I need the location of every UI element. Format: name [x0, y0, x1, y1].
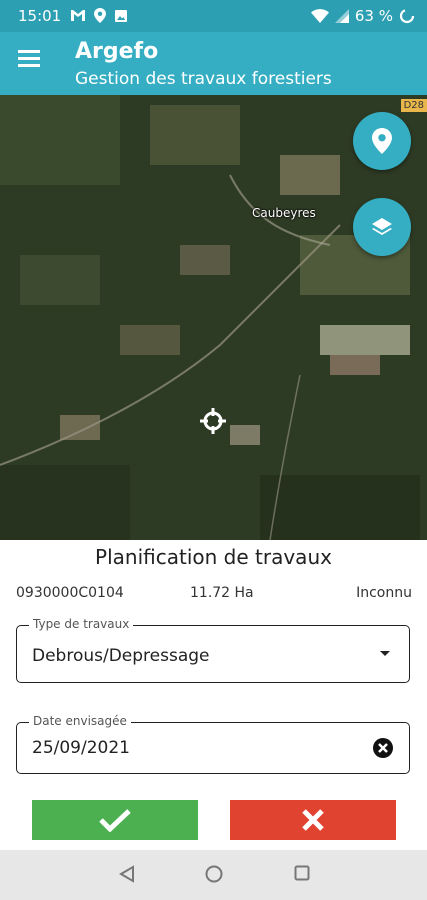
status-time: 15:01: [18, 7, 62, 25]
crosshair-icon: [200, 408, 226, 434]
cancel-button[interactable]: [230, 800, 396, 840]
wifi-icon: [310, 9, 329, 23]
planning-panel: Planification de travaux 0930000C0104 11…: [0, 540, 427, 850]
check-icon: [99, 809, 131, 832]
planned-date-label: Date envisagée: [29, 714, 131, 728]
app-title: Argefo: [75, 39, 159, 64]
layers-icon: [372, 218, 392, 235]
clear-icon[interactable]: [373, 738, 393, 758]
planned-date-value: 25/09/2021: [32, 738, 130, 758]
gmail-icon: [71, 10, 85, 21]
work-type-select[interactable]: Type de travaux Debrous/Depressage: [16, 617, 410, 683]
battery-percent: 63 %: [354, 7, 393, 25]
road-label: D28: [400, 99, 427, 112]
close-icon: [302, 809, 324, 831]
work-type-label: Type de travaux: [29, 617, 134, 631]
back-icon[interactable]: [119, 865, 135, 883]
signal-icon: [334, 9, 349, 23]
notification-icons: [70, 8, 128, 23]
system-icons: 63 %: [310, 7, 415, 25]
location-pin-icon: [372, 128, 392, 154]
home-icon[interactable]: [205, 865, 223, 883]
image-icon: [115, 9, 127, 22]
parcel-area: 11.72 Ha: [190, 585, 254, 601]
parcel-status: Inconnu: [356, 585, 412, 601]
menu-icon[interactable]: [18, 50, 40, 68]
satellite-map[interactable]: D28 Caubeyres: [0, 95, 427, 540]
dropdown-arrow-icon: [380, 651, 390, 656]
app-subtitle: Gestion des travaux forestiers: [75, 69, 332, 89]
app-bar: Argefo Gestion des travaux forestiers: [0, 32, 427, 95]
recents-icon[interactable]: [294, 865, 310, 881]
planned-date-field[interactable]: Date envisagée 25/09/2021: [16, 714, 410, 774]
battery-charging-icon: [399, 8, 415, 24]
parcel-id: 0930000C0104: [16, 585, 124, 601]
status-bar: 15:01 63 %: [0, 0, 427, 32]
location-icon: [94, 8, 106, 23]
work-type-value: Debrous/Depressage: [32, 646, 210, 666]
layers-button[interactable]: [353, 198, 411, 256]
panel-title: Planification de travaux: [95, 545, 332, 569]
place-label: Caubeyres: [252, 206, 316, 220]
locate-button[interactable]: [353, 112, 411, 170]
system-nav-bar: [0, 850, 427, 900]
confirm-button[interactable]: [32, 800, 198, 840]
